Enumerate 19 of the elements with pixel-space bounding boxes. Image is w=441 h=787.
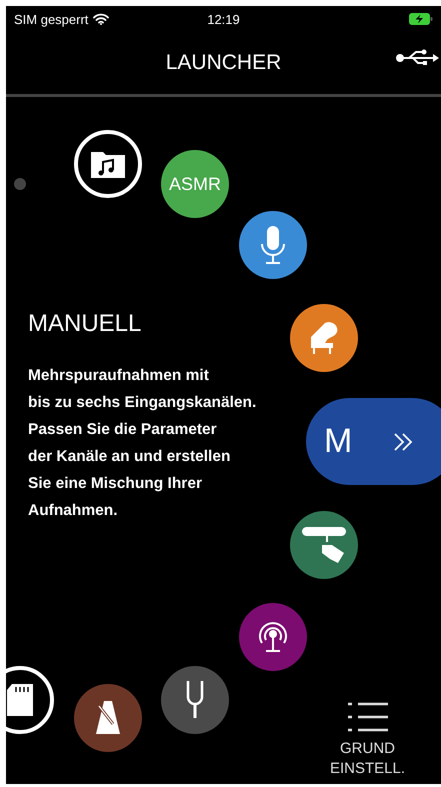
list-icon xyxy=(346,701,390,733)
wifi-icon xyxy=(93,13,110,25)
clock-text: 12:19 xyxy=(206,12,241,26)
chevron-icon xyxy=(392,430,414,452)
usb-icon[interactable] xyxy=(395,48,439,68)
mode-button[interactable]: M xyxy=(306,398,441,485)
tuning-fork-icon xyxy=(185,680,205,720)
microphone-icon xyxy=(260,225,286,265)
mode-title: MANUELL xyxy=(28,310,142,338)
page-indicator-dot xyxy=(14,178,26,190)
screen-title: LAUNCHER xyxy=(166,51,282,75)
battery-icon xyxy=(409,13,433,25)
carrier-text: SIM gesperrt xyxy=(14,12,88,26)
music-folder-icon xyxy=(90,149,126,179)
mode-description: Mehrspuraufnahmen mit bis zu sechs Eingangskanälen. Passen Sie die Parameter der Kanäle an und erstellen Sie eine Mischung Ihrer Aufnahmen. xyxy=(28,366,256,521)
settings-button[interactable]: GRUND EINSTELL. xyxy=(330,701,406,779)
sdcard-button[interactable] xyxy=(6,666,54,734)
metronome-icon xyxy=(94,700,122,736)
sd-card-icon xyxy=(6,683,34,717)
